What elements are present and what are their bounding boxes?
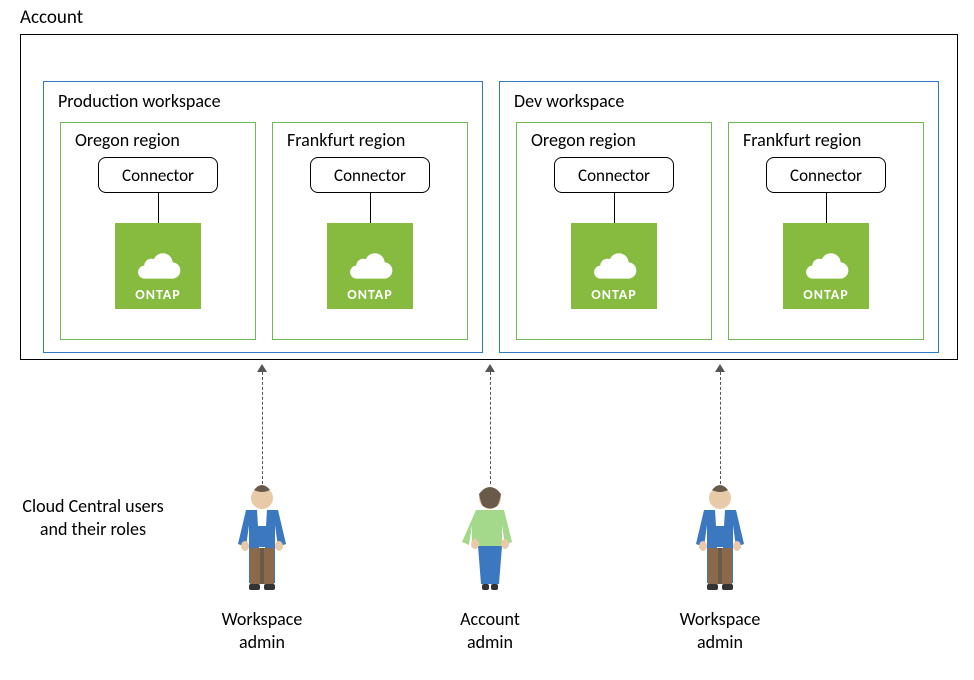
region-label: Frankfurt region <box>743 129 861 151</box>
person-icon <box>690 484 750 604</box>
connector-box: Connector <box>554 157 674 193</box>
region-oregon-dev: Oregon region Connector ONTAP <box>516 122 712 340</box>
ontap-icon: ONTAP <box>115 223 201 309</box>
region-label: Oregon region <box>531 129 636 151</box>
workspace-label: Production workspace <box>58 90 221 112</box>
connector-line <box>614 193 615 223</box>
role-label: Workspace admin <box>192 608 332 653</box>
ontap-label: ONTAP <box>135 286 180 303</box>
cloud-icon <box>132 246 184 282</box>
arrow-line <box>490 372 491 484</box>
connector-box: Connector <box>310 157 430 193</box>
workspace-label: Dev workspace <box>514 90 624 112</box>
workspace-dev: Dev workspace Oregon region Connector ON… <box>499 81 939 353</box>
cloud-icon <box>344 246 396 282</box>
region-label: Frankfurt region <box>287 129 405 151</box>
role-text-line2: admin <box>239 631 285 653</box>
connector-line <box>370 193 371 223</box>
role-text-line1: Account <box>460 608 520 630</box>
arrow-head-icon <box>715 364 725 372</box>
cloud-icon <box>800 246 852 282</box>
connector-box: Connector <box>98 157 218 193</box>
region-frankfurt-prod: Frankfurt region Connector ONTAP <box>272 122 468 340</box>
region-label: Oregon region <box>75 129 180 151</box>
ontap-icon: ONTAP <box>571 223 657 309</box>
ontap-label: ONTAP <box>591 286 636 303</box>
ontap-icon: ONTAP <box>327 223 413 309</box>
region-oregon-prod: Oregon region Connector ONTAP <box>60 122 256 340</box>
arrow-head-icon <box>485 364 495 372</box>
account-label: Account <box>20 6 83 29</box>
ontap-label: ONTAP <box>803 286 848 303</box>
arrow-line <box>262 372 263 484</box>
connector-line <box>158 193 159 223</box>
connector-box: Connector <box>766 157 886 193</box>
workspace-production: Production workspace Oregon region Conne… <box>43 81 483 353</box>
ontap-icon: ONTAP <box>783 223 869 309</box>
role-label: Account admin <box>420 608 560 653</box>
role-text-line1: Workspace <box>222 608 303 630</box>
arrow-head-icon <box>257 364 267 372</box>
ontap-label: ONTAP <box>347 286 392 303</box>
role-label: Workspace admin <box>650 608 790 653</box>
role-text-line1: Workspace <box>680 608 761 630</box>
person-icon <box>460 484 520 604</box>
role-text-line2: admin <box>467 631 513 653</box>
person-icon <box>232 484 292 604</box>
role-text-line2: admin <box>697 631 743 653</box>
cloud-icon <box>588 246 640 282</box>
account-box: Production workspace Oregon region Conne… <box>20 34 958 360</box>
arrow-line <box>720 372 721 484</box>
users-roles-caption: Cloud Central users and their roles <box>18 495 168 542</box>
region-frankfurt-dev: Frankfurt region Connector ONTAP <box>728 122 924 340</box>
connector-line <box>826 193 827 223</box>
